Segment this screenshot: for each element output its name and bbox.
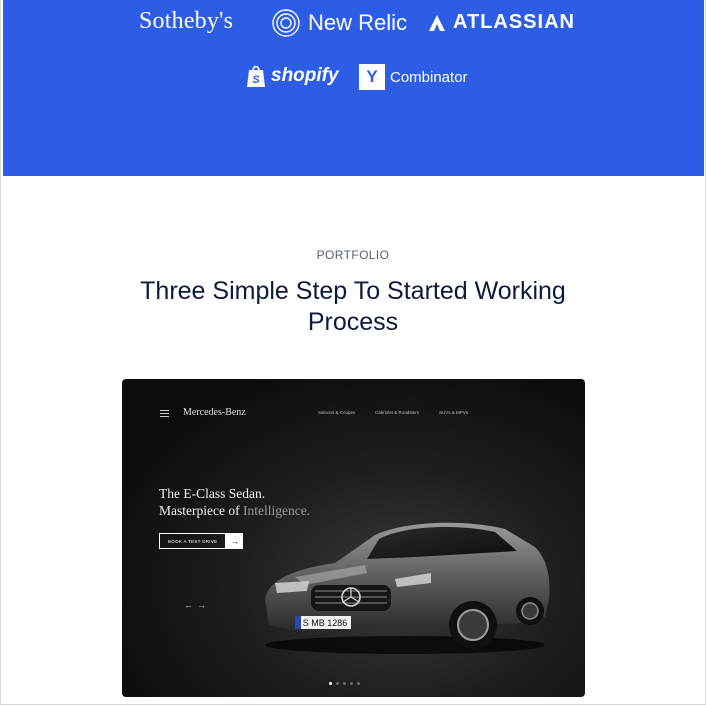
- section-eyebrow: PORTFOLIO: [316, 248, 390, 262]
- mockup-nav-link: Cabriolet & Roadsters: [375, 410, 420, 415]
- new-relic-logo-text: New Relic: [308, 10, 408, 35]
- slider-dot[interactable]: [343, 682, 346, 685]
- slider-dot[interactable]: [350, 682, 353, 685]
- mockup-headline-line1: The E-Class Sedan.: [159, 486, 266, 501]
- portfolio-preview-mercedes[interactable]: Mercedes-Benz Saloons & Coupes Cabriolet…: [122, 379, 585, 697]
- svg-text:S: S: [252, 74, 260, 86]
- concentric-rings-icon: [272, 9, 300, 37]
- slider-dot[interactable]: [357, 682, 360, 685]
- y-combinator-logo-text: Combinator: [390, 68, 468, 86]
- car-image: S MB 1286: [265, 522, 550, 654]
- slider-dot[interactable]: [336, 682, 339, 685]
- license-plate: S MB 1286: [303, 618, 348, 628]
- y-combinator-logo: Y Combinator: [359, 64, 468, 90]
- mockup-slider-arrows: ←→: [184, 600, 210, 610]
- section-heading-line1: Three Simple Step To Started Working: [140, 277, 566, 305]
- section-heading-line2: Process: [307, 308, 399, 336]
- new-relic-logo: New Relic: [271, 8, 407, 38]
- mockup-headline-line2a: Masterpiece of: [159, 503, 243, 518]
- mockup-nav-link: Saloons & Coupes: [318, 410, 356, 415]
- hamburger-menu-icon: [160, 410, 169, 419]
- sothebys-logo: Sotheby's: [139, 8, 233, 35]
- yc-mark: Y: [359, 64, 385, 90]
- arrow-right-icon: →: [226, 533, 244, 549]
- mockup-cta-label: BOOK A TEST DRIVE: [159, 533, 227, 549]
- shopping-bag-icon: S: [247, 65, 265, 87]
- mockup-nav-link: SUVs & MPVs: [439, 410, 469, 415]
- sothebys-logo-text: Sotheby's: [139, 8, 234, 34]
- mockup-brand: Mercedes-Benz: [183, 407, 246, 418]
- shopify-logo-text: shopify: [271, 65, 339, 86]
- atlassian-triangle-icon: [429, 14, 445, 31]
- client-logos-band: Sotheby's New Relic ATLASSIAN S shopify …: [3, 0, 704, 176]
- mockup-slider-dots: [329, 682, 360, 685]
- atlassian-logo-text: ATLASSIAN: [453, 11, 575, 33]
- atlassian-logo: ATLASSIAN: [428, 11, 575, 34]
- mockup-cta-button: BOOK A TEST DRIVE →: [159, 533, 244, 549]
- section-heading: Three Simple Step To Started Working Pro…: [103, 276, 603, 338]
- shopify-logo: S shopify: [246, 64, 339, 88]
- slider-dot[interactable]: [329, 682, 332, 685]
